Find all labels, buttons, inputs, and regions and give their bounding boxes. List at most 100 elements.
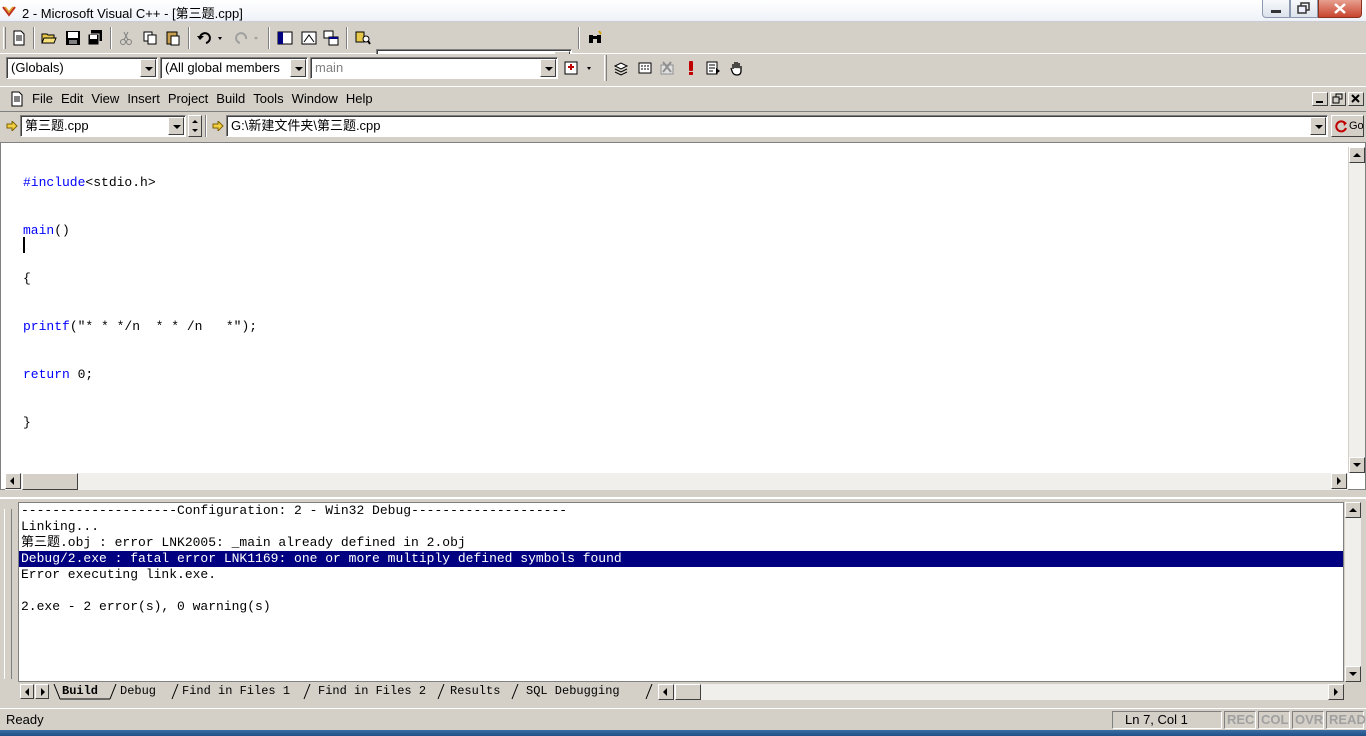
scroll-up-button[interactable] (1349, 147, 1365, 163)
code-line: { (23, 271, 257, 287)
code-keyword: main (23, 223, 55, 238)
output-line[interactable]: 2.exe - 2 error(s), 0 warning(s) (19, 599, 1343, 615)
stop-build-button[interactable] (656, 57, 678, 79)
paste-button[interactable] (162, 27, 184, 49)
new-file-button[interactable] (8, 27, 30, 49)
menu-file[interactable]: File (28, 91, 57, 107)
globals-combo-dropdown[interactable] (140, 59, 156, 77)
save-all-button[interactable] (84, 27, 106, 49)
menu-build[interactable]: Build (212, 91, 249, 107)
output-line[interactable]: --------------------Configuration: 2 - W… (19, 503, 1343, 519)
menu-view[interactable]: View (87, 91, 123, 107)
menu-insert[interactable]: Insert (123, 91, 164, 107)
scroll-up-button[interactable] (1345, 502, 1361, 518)
toolbar-separator (205, 115, 207, 137)
output-line[interactable]: Linking... (19, 519, 1343, 535)
output-horizontal-scrollbar[interactable] (658, 684, 1344, 700)
window-controls (1262, 0, 1362, 18)
output-vertical-scrollbar[interactable] (1344, 502, 1361, 682)
document-icon[interactable] (10, 91, 24, 107)
file-path-combo[interactable]: G:\新建文件夹\第三题.cpp (226, 115, 1328, 137)
title-bar[interactable]: 2 - Microsoft Visual C++ - [第三题.cpp] (0, 0, 1366, 22)
menu-tools[interactable]: Tools (249, 91, 287, 107)
mdi-restore-button[interactable] (1330, 92, 1346, 106)
save-button[interactable] (62, 27, 84, 49)
open-file-combo-dropdown[interactable] (168, 117, 184, 135)
execute-button[interactable] (680, 57, 702, 79)
globals-combo[interactable]: (Globals) (6, 57, 158, 79)
undo-button[interactable] (194, 27, 228, 49)
window-list-button[interactable] (320, 27, 342, 49)
folder-open-icon (41, 33, 57, 44)
window-list-icon (323, 30, 339, 46)
tab-scroll-left-button[interactable] (20, 684, 34, 699)
output-line[interactable]: 第三题.obj : error LNK2005: _main already d… (19, 535, 1343, 551)
restore-button[interactable] (1290, 0, 1318, 18)
redo-button[interactable] (230, 27, 264, 49)
menu-bar: File Edit View Insert Project Build Tool… (0, 86, 1366, 112)
go-arrow-icon (1335, 120, 1347, 133)
file-path-combo-dropdown[interactable] (1310, 117, 1326, 135)
compile-button[interactable] (610, 57, 632, 79)
cut-button[interactable] (115, 27, 137, 49)
code-rest: { (23, 271, 31, 286)
close-button[interactable] (1318, 0, 1362, 18)
code-rest: <stdio.h> (85, 175, 156, 190)
members-combo-value: (All global members (165, 60, 280, 75)
breakpoint-button[interactable] (726, 57, 748, 79)
toolbar-grip[interactable] (604, 55, 607, 81)
output-text[interactable]: --------------------Configuration: 2 - W… (18, 502, 1344, 682)
function-combo-dropdown[interactable] (540, 59, 556, 77)
output-tabs: Build Debug Find in Files 1 Find in File… (18, 684, 1344, 700)
menu-project[interactable]: Project (164, 91, 212, 107)
minimize-button[interactable] (1262, 0, 1290, 18)
scroll-down-button[interactable] (1349, 457, 1365, 473)
output-line-selected[interactable]: Debug/2.exe : fatal error LNK1169: one o… (19, 551, 1343, 567)
scroll-left-button[interactable] (658, 684, 674, 700)
output-pane: --------------------Configuration: 2 - W… (0, 497, 1366, 700)
members-combo[interactable]: (All global members (160, 57, 308, 79)
build-button[interactable] (634, 57, 656, 79)
editor-vertical-scrollbar[interactable] (1348, 147, 1365, 473)
open-file-combo-value: 第三题.cpp (25, 118, 89, 133)
output-line[interactable] (19, 583, 1343, 599)
toolbar-grip[interactable] (3, 27, 6, 49)
horizontal-scroll-thumb[interactable] (22, 473, 78, 490)
go-button[interactable] (702, 57, 724, 79)
find-button[interactable] (584, 27, 606, 49)
scroll-right-button[interactable] (1331, 473, 1347, 489)
find-in-files-button[interactable] (352, 27, 374, 49)
editor-gutter[interactable] (1, 143, 21, 473)
function-combo[interactable]: main (310, 57, 558, 79)
scroll-right-button[interactable] (1328, 684, 1344, 700)
open-file-combo[interactable]: 第三题.cpp (20, 115, 186, 137)
save-icon (66, 31, 80, 45)
file-spinner[interactable] (188, 115, 202, 137)
horizontal-scroll-thumb[interactable] (675, 684, 701, 700)
code-editor[interactable]: #include<stdio.h> main() { printf("* * *… (0, 142, 1366, 490)
mdi-minimize-button[interactable] (1312, 92, 1328, 106)
output-grip[interactable] (4, 509, 12, 679)
menu-window[interactable]: Window (288, 91, 342, 107)
copy-button[interactable] (139, 27, 161, 49)
code-text[interactable]: #include<stdio.h> main() { printf("* * *… (23, 143, 257, 463)
scroll-left-button[interactable] (5, 473, 21, 489)
workspace-button[interactable] (274, 27, 296, 49)
output-line[interactable]: Error executing link.exe. (19, 567, 1343, 583)
editor-horizontal-scrollbar[interactable] (5, 473, 1348, 490)
members-combo-dropdown[interactable] (290, 59, 306, 77)
go-url-button[interactable]: Go (1331, 115, 1364, 137)
menu-help[interactable]: Help (342, 91, 377, 107)
arrow-right-icon (212, 121, 224, 131)
output-window-button[interactable] (298, 27, 320, 49)
hand-icon (730, 62, 742, 76)
wizard-actions-button[interactable] (562, 57, 598, 79)
tab-scroll-right-button[interactable] (35, 684, 49, 699)
menu-edit[interactable]: Edit (57, 91, 87, 107)
scroll-down-button[interactable] (1345, 666, 1361, 682)
open-button[interactable] (38, 27, 60, 49)
binoculars-icon (589, 30, 602, 43)
toolbar-separator (268, 27, 270, 49)
read-indicator: READ (1326, 711, 1366, 729)
mdi-close-button[interactable] (1348, 92, 1364, 106)
